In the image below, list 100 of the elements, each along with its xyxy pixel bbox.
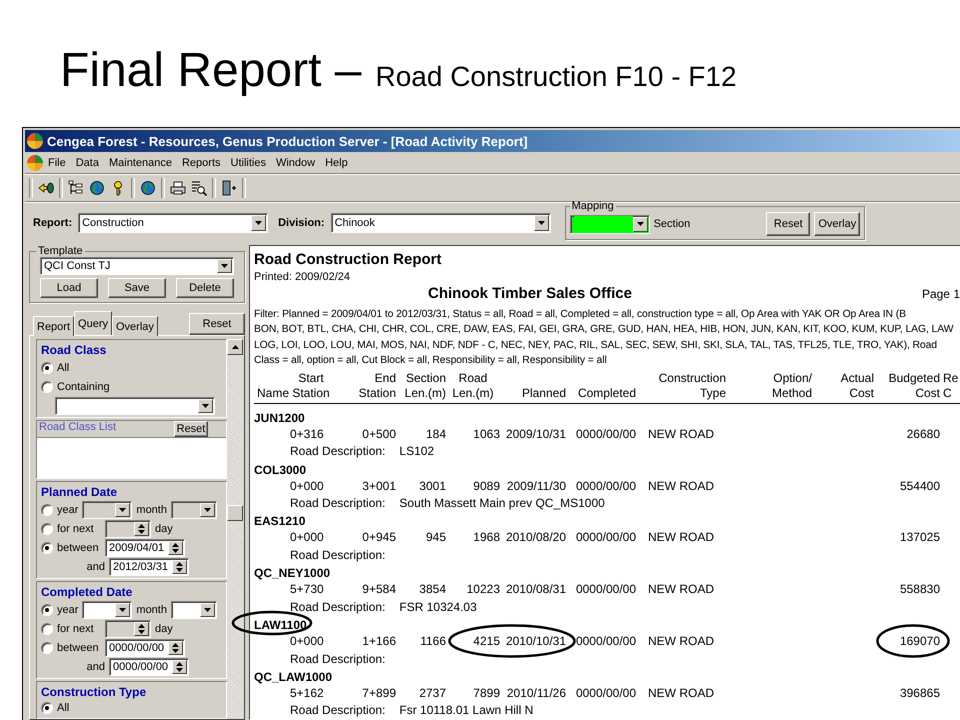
office-name: Chinook Timber Sales Office [428, 285, 632, 302]
radio-button[interactable] [41, 362, 53, 374]
description-label: Road Description: [290, 598, 386, 616]
description-label: Road Description: [290, 702, 386, 720]
option-label: day [155, 622, 173, 634]
option-label: year [57, 504, 78, 516]
template-button[interactable]: Save [108, 278, 166, 298]
road-description: Fsr 10118.01 Lawn Hill N [399, 702, 534, 720]
report-title: Road Construction Report [254, 250, 442, 270]
table-cell-text: 4215 [472, 633, 500, 650]
table-cell-text: NEW ROAD [647, 478, 715, 495]
caret-icon [202, 404, 209, 408]
year-dropdown[interactable] [82, 600, 132, 618]
date-field[interactable]: 2009/04/01 [105, 538, 185, 556]
menu-item[interactable]: Reports [176, 154, 226, 170]
template-dropdown[interactable]: QCI Const TJ [40, 257, 234, 275]
caret-icon [204, 508, 211, 512]
day-count-field[interactable] [105, 620, 151, 638]
road-name: EAS1210 [254, 514, 306, 528]
day-count-field[interactable] [105, 520, 151, 538]
spin-arrows-icon [176, 562, 183, 572]
mapping-color-dropdown[interactable] [570, 214, 650, 234]
month-dropdown[interactable] [170, 500, 217, 518]
globe-icon[interactable] [140, 180, 156, 196]
tab[interactable]: Query [74, 311, 112, 335]
division-dropdown[interactable]: Chinook [330, 213, 551, 233]
radio-button[interactable] [41, 702, 53, 714]
menu-item[interactable]: Maintenance [104, 154, 177, 170]
list-header: Road Class List [38, 421, 118, 435]
road-name: JUN1200 [254, 410, 305, 425]
road-description: FSR 10324.03 [399, 598, 477, 616]
caret-icon [119, 608, 126, 612]
table-cell-text: 9+584 [361, 581, 396, 598]
menu-item[interactable]: Utilities [226, 154, 271, 170]
radio-button[interactable] [41, 380, 53, 392]
table-cell-text: 0+000 [290, 478, 325, 495]
table-cell-text: NEW ROAD [647, 633, 715, 650]
table-cell-text: 0+000 [290, 529, 325, 546]
column-header: Road Len.(m) [451, 370, 495, 401]
table-cell-text: 26680 [906, 426, 940, 443]
magnifier-icon[interactable] [191, 180, 207, 196]
date-field[interactable]: 0000/00/00 [105, 638, 185, 656]
column-header: End Station [358, 370, 396, 401]
table-cell-text: 2009/10/31 [504, 426, 566, 443]
table-cell-text: 0+000 [290, 633, 325, 650]
month-dropdown[interactable] [170, 600, 217, 618]
table-cell-text: NEW ROAD [647, 426, 715, 443]
up-arrow-icon[interactable] [232, 345, 238, 349]
menu-item[interactable]: File [43, 154, 71, 170]
group-legend: Template [36, 245, 85, 257]
column-header: Start Station [291, 370, 331, 401]
door-exit-icon[interactable] [221, 180, 237, 196]
tab[interactable]: Overlay [112, 316, 158, 336]
radio-button[interactable] [41, 542, 53, 554]
menu-item[interactable]: Help [320, 154, 353, 170]
template-button[interactable]: Load [40, 278, 98, 298]
road-class-list[interactable]: Road Class List Reset [36, 420, 227, 479]
table-cell-text: NEW ROAD [647, 529, 715, 546]
toolbar-button[interactable]: Reset [766, 212, 810, 236]
radio-button[interactable] [41, 522, 53, 534]
section-title: Planned Date [41, 485, 118, 499]
spin-arrows-icon [172, 542, 179, 552]
list-reset-button[interactable]: Reset [174, 421, 208, 437]
table-cell-text: 3+001 [361, 478, 396, 495]
slide-title: Final Report – [60, 46, 362, 96]
date-field[interactable]: 2012/03/31 [109, 558, 189, 576]
radio-button[interactable] [41, 622, 53, 634]
option-label: and [86, 560, 105, 572]
scrollbar[interactable] [227, 339, 244, 719]
scroll-thumb[interactable] [227, 505, 243, 521]
report-dropdown[interactable]: Construction [78, 213, 268, 233]
table-cell-text: 1063 [472, 426, 500, 443]
column-header: Option/ Method [770, 370, 812, 401]
table-cell-text: 169070 [898, 633, 940, 650]
year-dropdown[interactable] [82, 500, 132, 518]
option-label: and [86, 660, 105, 672]
app-logo-icon [27, 133, 43, 149]
radio-button[interactable] [41, 604, 53, 616]
menu-item[interactable]: Window [270, 154, 320, 170]
arrow-cylinder-icon[interactable] [38, 180, 54, 196]
globe-icon[interactable] [89, 180, 105, 196]
date-field[interactable]: 0000/00/00 [109, 658, 189, 676]
caret-icon [636, 222, 644, 226]
table-cell-text: 3854 [418, 581, 446, 598]
road-class-dropdown[interactable] [55, 396, 215, 414]
option-label: All [57, 362, 70, 374]
division-label: Division: [278, 217, 325, 229]
tab[interactable]: Report [33, 316, 74, 336]
tree-icon[interactable] [68, 180, 84, 196]
template-button[interactable]: Delete [176, 278, 234, 298]
table-cell-text: 0000/00/00 [574, 581, 636, 598]
radio-button[interactable] [41, 504, 53, 516]
printer-icon[interactable] [170, 180, 186, 196]
table-cell-text: 7899 [472, 684, 500, 702]
menu-item[interactable]: Data [70, 154, 104, 170]
table-cell-text: 558830 [898, 581, 940, 598]
reset-button[interactable]: Reset [189, 313, 245, 335]
toolbar-button[interactable]: Overlay [814, 212, 860, 236]
radio-button[interactable] [41, 642, 53, 654]
table-cell-text: 396865 [898, 684, 940, 702]
